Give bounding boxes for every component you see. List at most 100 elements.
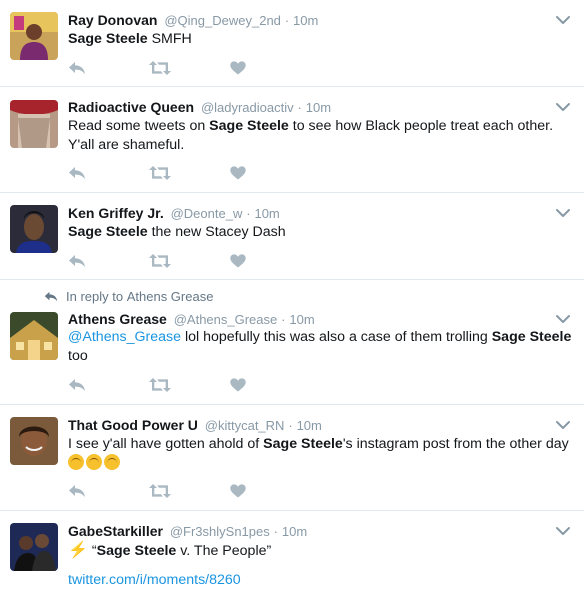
tweet[interactable]: Ray Donovan @Qing_Dewey_2nd · 10m Sage S… [0, 0, 584, 87]
avatar[interactable] [10, 523, 58, 571]
display-name[interactable]: GabeStarkiller [68, 523, 163, 539]
like-button[interactable] [230, 484, 270, 498]
tweet-link[interactable]: twitter.com/i/moments/8260 [68, 571, 241, 590]
tweet-header: Radioactive Queen @ladyradioactiv · 10m [68, 98, 544, 117]
tweet[interactable]: GabeStarkiller @Fr3shlySn1pes · 10m ⚡ “Sa… [0, 511, 584, 589]
retweet-button[interactable] [149, 377, 230, 393]
reply-icon [68, 378, 86, 392]
timestamp[interactable]: 10m [297, 418, 322, 433]
avatar[interactable] [10, 417, 58, 465]
timestamp[interactable]: 10m [254, 206, 279, 221]
reply-icon [68, 61, 86, 75]
retweet-icon [149, 377, 171, 393]
tweet[interactable]: Radioactive Queen @ladyradioactiv · 10m … [0, 87, 584, 193]
user-handle[interactable]: @Qing_Dewey_2nd [164, 13, 281, 28]
avatar[interactable] [10, 312, 58, 360]
tweet-text-segment: to see how Black people treat each other… [288, 118, 554, 134]
keyword-highlight: Sage Steele [68, 31, 148, 47]
chevron-down-icon[interactable] [556, 102, 570, 112]
avatar[interactable] [10, 205, 58, 253]
upside-down-face-emoji [104, 454, 120, 470]
heart-icon [230, 166, 246, 180]
avatar[interactable] [10, 12, 58, 60]
tweet-text-segment: too [68, 348, 88, 364]
retweet-button[interactable] [149, 60, 230, 76]
timestamp[interactable]: 10m [306, 100, 331, 115]
keyword-highlight: Sage Steele [209, 118, 289, 134]
tweet[interactable]: Ken Griffey Jr. @Deonte_w · 10m Sage Ste… [0, 193, 584, 280]
timestamp[interactable]: 10m [289, 312, 314, 327]
keyword-highlight: Sage Steele [491, 329, 572, 345]
tweet-text: Sage Steele SMFH [68, 30, 576, 49]
chevron-down-icon[interactable] [556, 15, 570, 25]
tweet-header: Ray Donovan @Qing_Dewey_2nd · 10m [68, 11, 544, 30]
retweet-icon [149, 60, 171, 76]
tweet-text: Read some tweets on Sage Steele to see h… [68, 117, 576, 155]
reply-to-link[interactable]: Athens Grease [127, 289, 214, 304]
user-handle[interactable]: @kittycat_RN [205, 418, 285, 433]
tweet-header: GabeStarkiller @Fr3shlySn1pes · 10m [68, 522, 544, 541]
tweet-header: Ken Griffey Jr. @Deonte_w · 10m [68, 204, 544, 223]
upside-down-face-emoji [68, 454, 84, 470]
heart-icon [230, 378, 246, 392]
chevron-down-icon[interactable] [556, 420, 570, 430]
like-button[interactable] [230, 166, 270, 180]
display-name[interactable]: Ken Griffey Jr. [68, 205, 164, 221]
tweet-text-segment: SMFH [147, 31, 192, 47]
keyword-highlight: Sage Steele [263, 436, 343, 452]
reply-button[interactable] [68, 378, 149, 392]
like-button[interactable] [230, 254, 270, 268]
reply-context-label: In reply to [66, 289, 124, 304]
reply-button[interactable] [68, 484, 149, 498]
chevron-down-icon[interactable] [556, 208, 570, 218]
reply-icon [68, 166, 86, 180]
tweet-text: Sage Steele the new Stacey Dash [68, 223, 576, 242]
user-handle[interactable]: @Athens_Grease [174, 312, 278, 327]
reply-button[interactable] [68, 166, 149, 180]
mention-link[interactable]: @Athens_Grease [68, 329, 181, 345]
like-button[interactable] [230, 61, 270, 75]
display-name[interactable]: Ray Donovan [68, 12, 157, 28]
reply-icon [44, 291, 58, 302]
reply-icon [68, 484, 86, 498]
tweet-text-segment: lol hopefully this was also a case of th… [181, 329, 492, 345]
avatar[interactable] [10, 100, 58, 148]
keyword-highlight: Sage Steele [68, 224, 148, 240]
tweet-text: @Athens_Grease lol hopefully this was al… [68, 328, 576, 366]
tweet-actions [68, 164, 270, 182]
chevron-down-icon[interactable] [556, 314, 570, 324]
tweet-text-segment: v. The People” [176, 543, 272, 559]
tweet-actions [68, 482, 270, 500]
separator-dot: · [284, 13, 290, 28]
retweet-button[interactable] [149, 165, 230, 181]
reply-button[interactable] [68, 254, 149, 268]
lightning-emoji: ⚡ [68, 542, 88, 559]
separator-dot: · [246, 206, 251, 221]
tweet-actions [68, 376, 270, 394]
tweet-text: ⚡ “Sage Steele v. The People” twitter.com… [68, 541, 576, 590]
tweet-text: I see y'all have gotten ahold of Sage St… [68, 435, 576, 474]
tweet-header: Athens Grease @Athens_Grease · 10m [68, 310, 544, 329]
user-handle[interactable]: @Deonte_w [171, 206, 243, 221]
reply-button[interactable] [68, 61, 149, 75]
reply-icon [68, 254, 86, 268]
tweet[interactable]: In reply to Athens Grease Athens Grease … [0, 280, 584, 405]
display-name[interactable]: Radioactive Queen [68, 99, 194, 115]
display-name[interactable]: Athens Grease [68, 311, 167, 327]
tweet[interactable]: That Good Power U @kittycat_RN · 10m I s… [0, 405, 584, 511]
retweet-icon [149, 253, 171, 269]
timestamp[interactable]: 10m [293, 13, 318, 28]
chevron-down-icon[interactable] [556, 526, 570, 536]
tweet-actions [68, 59, 270, 77]
timestamp[interactable]: 10m [282, 524, 307, 539]
like-button[interactable] [230, 378, 270, 392]
user-handle[interactable]: @Fr3shlySn1pes [170, 524, 270, 539]
keyword-highlight: Sage Steele [96, 543, 177, 559]
display-name[interactable]: That Good Power U [68, 417, 198, 433]
tweet-actions [68, 252, 270, 270]
retweet-icon [149, 165, 171, 181]
user-handle[interactable]: @ladyradioactiv [201, 100, 294, 115]
retweet-button[interactable] [149, 483, 230, 499]
tweet-text-segment: I see y'all have gotten ahold of [68, 436, 264, 452]
retweet-button[interactable] [149, 253, 230, 269]
